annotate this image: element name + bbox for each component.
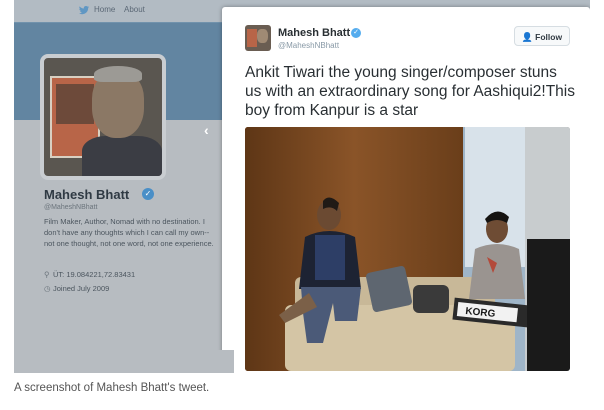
tweet-author-handle[interactable]: @MaheshNBhatt — [278, 41, 339, 50]
verified-badge-icon: ✓ — [142, 188, 154, 200]
tweet-avatar[interactable] — [245, 25, 271, 51]
image-caption: A screenshot of Mahesh Bhatt's tweet. — [14, 382, 210, 394]
follow-button-label: Follow — [535, 32, 563, 42]
profile-name[interactable]: Mahesh Bhatt — [44, 187, 129, 202]
tweet-author-name[interactable]: Mahesh Bhatt — [278, 27, 350, 39]
profile-joined: ◷ Joined July 2009 — [44, 284, 109, 293]
clock-icon: ◷ — [44, 284, 51, 293]
profile-joined-text: Joined July 2009 — [53, 284, 110, 293]
tweet-card: Mahesh Bhatt ✓ @MaheshNBhatt 👤 Follow Ank… — [222, 7, 590, 373]
profile-avatar[interactable] — [40, 54, 166, 180]
chevron-left-icon[interactable]: ‹ — [204, 122, 209, 138]
profile-location: ⚲ ÜT: 19.084221,72.83431 — [44, 270, 135, 279]
add-user-icon: 👤 — [521, 32, 534, 42]
profile-location-text: ÜT: 19.084221,72.83431 — [53, 270, 136, 279]
follow-button[interactable]: 👤 Follow — [514, 26, 570, 46]
profile-bottom-strip — [14, 350, 234, 373]
screenshot-frame: Home About Mahesh Bhatt ✓ @MaheshNBhatt … — [14, 0, 590, 373]
tweet-text: Ankit Tiwari the young singer/composer s… — [245, 64, 575, 119]
profile-bio: Film Maker, Author, Nomad with no destin… — [44, 217, 214, 248]
verified-badge-icon: ✓ — [351, 28, 361, 38]
location-pin-icon: ⚲ — [44, 270, 50, 279]
tweet-photo[interactable]: KORG — [245, 127, 570, 371]
tweet-photo-illustration: KORG — [245, 127, 570, 371]
nav-home-link[interactable]: Home — [94, 5, 115, 14]
nav-about-link[interactable]: About — [124, 5, 145, 14]
twitter-bird-icon — [79, 5, 89, 15]
profile-handle[interactable]: @MaheshNBhatt — [44, 204, 97, 211]
